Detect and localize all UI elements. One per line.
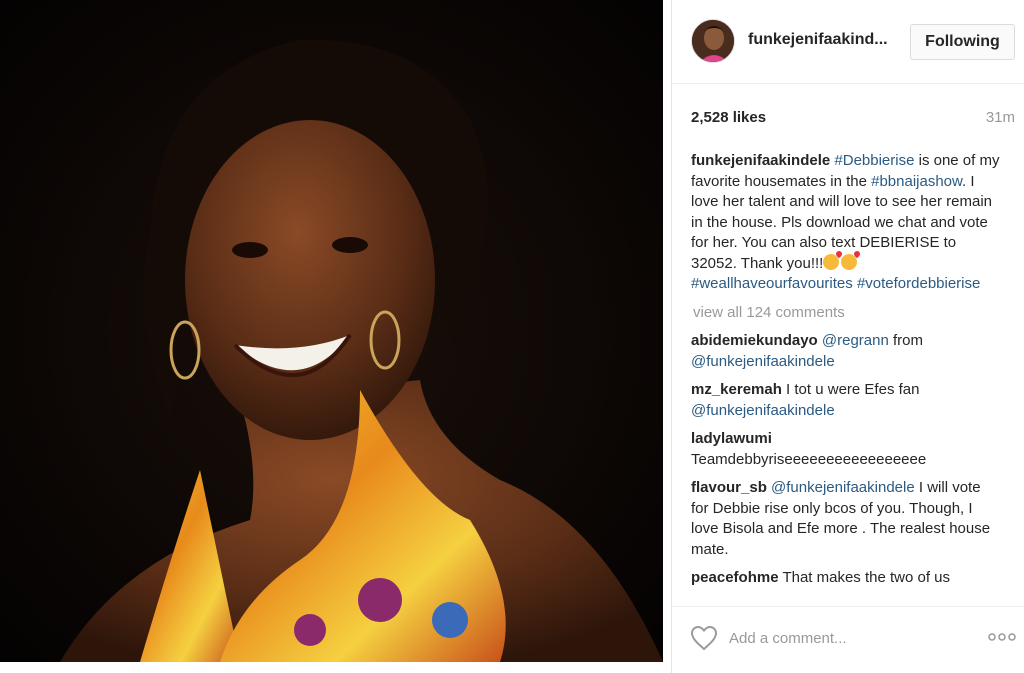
comment-text: Teamdebbyriseeeeeeeeeeeeeeeee <box>691 450 927 468</box>
mention-link[interactable]: @funkejenifaakindele <box>691 353 835 370</box>
hashtag-link[interactable]: #weallhaveourfavourites <box>691 275 853 292</box>
comment-text: I tot u were Efes fan <box>781 381 920 398</box>
add-comment-input[interactable] <box>729 627 969 649</box>
view-all-comments-link[interactable]: view all 124 comments <box>693 303 1001 324</box>
post-sidebar: funkejenifaakind... Following 2,528 like… <box>671 0 1024 673</box>
mention-link[interactable]: @funkejenifaakindele <box>691 402 835 419</box>
comment-author[interactable]: flavour_sb <box>691 479 767 496</box>
caption-author[interactable]: funkejenifaakindele <box>691 152 830 169</box>
more-options-icon[interactable] <box>987 632 1017 642</box>
comment-item: flavour_sb @funkejenifaakindele I will v… <box>691 478 1001 560</box>
post-header: funkejenifaakind... Following <box>672 0 1024 84</box>
comment-item: mz_keremah I tot u were Efes fan @funkej… <box>691 380 1001 421</box>
comment-item: ladylawumi Teamdebbyriseeeeeeeeeeeeeeeee <box>691 429 1001 470</box>
comment-author[interactable]: mz_keremah <box>691 381 782 398</box>
comment-item: peacefohme That makes the two of us <box>691 568 1001 589</box>
mention-link[interactable]: @funkejenifaakindele <box>771 479 915 496</box>
heart-outline-icon[interactable] <box>690 625 718 651</box>
comment-author[interactable]: ladylawumi <box>691 430 772 447</box>
following-button[interactable]: Following <box>910 24 1015 60</box>
comment-item: abidemiekundayo @regrann from @funkejeni… <box>691 331 1001 372</box>
hashtag-link[interactable]: #Debbierise <box>834 152 914 169</box>
post-photo[interactable] <box>0 0 663 662</box>
hashtag-link[interactable]: #votefordebbierise <box>857 275 980 292</box>
likes-count[interactable]: 2,528 likes <box>691 109 766 126</box>
comment-footer <box>672 606 1024 666</box>
comment-author[interactable]: peacefohme <box>691 569 779 586</box>
mention-link[interactable]: @regrann <box>822 332 889 349</box>
avatar[interactable] <box>691 19 735 63</box>
avatar-image <box>692 20 734 62</box>
comment-text: from <box>888 332 923 349</box>
photo-illustration <box>0 0 663 662</box>
post-author-username[interactable]: funkejenifaakind... <box>748 31 888 49</box>
comments-list[interactable]: funkejenifaakindele #Debbierise is one o… <box>691 151 1001 597</box>
comment-text: That makes the two of us <box>778 569 951 586</box>
post-meta: 2,528 likes 31m <box>691 109 1015 129</box>
comment-author[interactable]: abidemiekundayo <box>691 332 818 349</box>
kiss-emoji-icon <box>823 253 840 270</box>
caption: funkejenifaakindele #Debbierise is one o… <box>691 151 1001 295</box>
hashtag-link[interactable]: #bbnaijashow <box>871 173 962 190</box>
kiss-emoji-icon <box>841 253 858 270</box>
post-timestamp[interactable]: 31m <box>986 109 1015 126</box>
